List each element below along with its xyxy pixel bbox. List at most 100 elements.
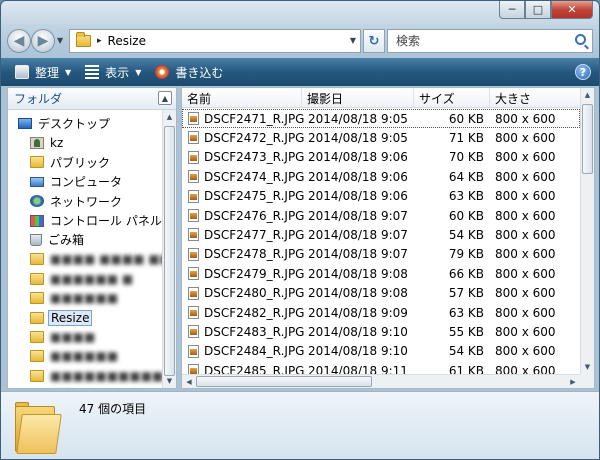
- table-row[interactable]: DSCF2480_R.JPG 2014/08/18 9:08 57 KB 800 x …: [182, 284, 580, 303]
- folder-tree-item[interactable]: ごみ箱: [8, 230, 162, 249]
- file-name-cell: DSCF2483_R.JPG: [182, 322, 304, 341]
- scroll-up-icon[interactable]: ▲: [581, 88, 594, 102]
- folder-icon: [30, 350, 44, 363]
- folder-tree-item[interactable]: ■■■■■■: [8, 347, 162, 366]
- jpeg-file-icon: [188, 131, 199, 145]
- file-dimensions: 800 x 600: [495, 169, 556, 184]
- file-name-cell: DSCF2479_R.JPG: [182, 264, 304, 283]
- file-name-cell: DSCF2471_R.JPG: [182, 109, 305, 128]
- folder-tree-item-label: ■■■■ ■■■■ ■■■■: [50, 252, 162, 267]
- folder-tree-item[interactable]: ■■■■: [8, 327, 162, 346]
- back-button[interactable]: ◀: [7, 29, 31, 53]
- folder-tree-item[interactable]: コンピュータ: [8, 172, 162, 191]
- table-row[interactable]: DSCF2476_R.JPG 2014/08/18 9:07 60 KB 800 x …: [182, 206, 580, 225]
- refresh-button[interactable]: ↻: [363, 29, 385, 53]
- scroll-down-icon[interactable]: ▼: [163, 374, 176, 388]
- folder-tree-item[interactable]: コントロール パネル: [8, 211, 162, 230]
- breadcrumb-resize[interactable]: Resize: [108, 34, 146, 48]
- explorer-window: ─ □ ✕ ◀ ▶ ▼ ▸ Resize ▼ ↻ 整理 ▼ 表示 ▼: [0, 0, 600, 460]
- details-pane: 47 個の項目: [1, 391, 599, 459]
- network-icon: [30, 195, 44, 208]
- folder-tree-item-label: デスクトップ: [38, 117, 111, 131]
- folder-tree-item[interactable]: ■■■■■■: [8, 289, 162, 308]
- scrollbar-thumb[interactable]: [164, 126, 175, 376]
- file-dimensions: 800 x 600: [495, 286, 556, 301]
- folder-pane-header[interactable]: フォルダ ▲: [8, 88, 176, 110]
- address-bar[interactable]: ▸ Resize ▼: [69, 29, 361, 53]
- file-date: 2014/08/18 9:07: [308, 247, 408, 262]
- file-dimensions: 800 x 600: [495, 305, 556, 320]
- folder-icon: [30, 311, 44, 324]
- file-size: 54 KB: [448, 227, 484, 242]
- file-date: 2014/08/18 9:08: [308, 286, 408, 301]
- scroll-down-icon[interactable]: ▼: [581, 360, 594, 374]
- recent-pages-dropdown-icon[interactable]: ▼: [57, 36, 63, 45]
- collapse-pane-icon[interactable]: ▲: [158, 91, 172, 105]
- scroll-right-icon[interactable]: ▶: [566, 375, 580, 389]
- table-row[interactable]: DSCF2485_R.JPG 2014/08/18 9:11 61 KB 800 x …: [182, 361, 580, 374]
- table-row[interactable]: DSCF2475_R.JPG 2014/08/18 9:06 63 KB 800 x …: [182, 187, 580, 206]
- table-row[interactable]: DSCF2477_R.JPG 2014/08/18 9:07 54 KB 800 x …: [182, 225, 580, 244]
- search-input[interactable]: [394, 33, 554, 49]
- table-row[interactable]: DSCF2483_R.JPG 2014/08/18 9:10 55 KB 800 x …: [182, 322, 580, 341]
- folder-pane-scrollbar[interactable]: ▲ ▼: [162, 110, 176, 388]
- folder-tree-item[interactable]: ■■■■■■■■■■■■■■■: [8, 366, 162, 385]
- jpeg-file-icon: [188, 344, 199, 358]
- file-list-horizontal-scrollbar[interactable]: ◀ ▶: [182, 374, 580, 388]
- column-header-dimensions[interactable]: 大きさ: [490, 88, 582, 108]
- search-box[interactable]: [387, 29, 593, 53]
- table-row[interactable]: DSCF2471_R.JPG 2014/08/18 9:05 60 KB 800 x …: [182, 109, 580, 129]
- file-name: DSCF2473_R.JPG: [204, 150, 305, 165]
- scrollbar-thumb[interactable]: [196, 376, 372, 387]
- folder-tree-item[interactable]: ■■■■■■ ■: [8, 269, 162, 288]
- table-row[interactable]: DSCF2482_R.JPG 2014/08/18 9:09 63 KB 800 x …: [182, 303, 580, 322]
- file-name-cell: DSCF2475_R.JPG: [182, 187, 304, 206]
- file-size: 64 KB: [448, 169, 484, 184]
- file-size: 60 KB: [448, 111, 484, 126]
- file-size: 60 KB: [448, 208, 484, 223]
- view-button[interactable]: 表示 ▼: [85, 64, 141, 81]
- breadcrumb-separator-icon[interactable]: ▸: [97, 36, 102, 46]
- file-size: 63 KB: [448, 189, 484, 204]
- folder-tree-item[interactable]: デスクトップ: [8, 114, 162, 133]
- jpeg-file-icon: [188, 267, 199, 281]
- folder-tree-item[interactable]: パブリック: [8, 153, 162, 172]
- folder-tree-item[interactable]: ■■: [8, 386, 162, 388]
- folder-tree-item[interactable]: ネットワーク: [8, 192, 162, 211]
- file-name-cell: DSCF2477_R.JPG: [182, 225, 304, 244]
- close-button[interactable]: ✕: [551, 1, 593, 19]
- file-size: 54 KB: [448, 344, 484, 359]
- forward-button[interactable]: ▶: [31, 29, 55, 53]
- table-row[interactable]: DSCF2472_R.JPG 2014/08/18 9:05 71 KB 800 x …: [182, 128, 580, 147]
- file-name: DSCF2476_R.JPG: [204, 208, 305, 223]
- burn-button[interactable]: 書き込む: [155, 64, 223, 81]
- folder-tree-item[interactable]: kz: [8, 133, 162, 152]
- file-name: DSCF2471_R.JPG: [204, 111, 305, 126]
- large-folder-icon: [15, 400, 62, 454]
- table-row[interactable]: DSCF2474_R.JPG 2014/08/18 9:06 64 KB 800 x …: [182, 167, 580, 186]
- scroll-left-icon[interactable]: ◀: [182, 375, 196, 389]
- column-header-size[interactable]: サイズ: [414, 88, 490, 108]
- address-dropdown-icon[interactable]: ▼: [350, 36, 356, 45]
- help-button[interactable]: ?: [575, 64, 591, 80]
- folder-tree-item[interactable]: ■■■■ ■■■■ ■■■■: [8, 250, 162, 269]
- back-arrow-icon: ◀: [13, 33, 25, 49]
- scrollbar-thumb[interactable]: [582, 104, 593, 174]
- table-row[interactable]: DSCF2473_R.JPG 2014/08/18 9:06 70 KB 800 x …: [182, 148, 580, 167]
- file-list-vertical-scrollbar[interactable]: ▲ ▼: [580, 88, 594, 374]
- column-header-date[interactable]: 撮影日: [302, 88, 414, 108]
- file-dimensions: 800 x 600: [495, 247, 556, 262]
- organize-button[interactable]: 整理 ▼: [15, 64, 71, 81]
- folder-tree-item[interactable]: Resize: [8, 308, 162, 327]
- scroll-up-icon[interactable]: ▲: [163, 110, 176, 124]
- jpeg-file-icon: [188, 209, 199, 222]
- search-icon[interactable]: [575, 34, 586, 45]
- minimize-button[interactable]: ─: [499, 1, 525, 19]
- maximize-button[interactable]: □: [525, 1, 551, 19]
- table-row[interactable]: DSCF2484_R.JPG 2014/08/18 9:10 54 KB 800 x …: [182, 342, 580, 361]
- file-dimensions: 800 x 600: [495, 189, 556, 204]
- jpeg-file-icon: [188, 325, 199, 339]
- column-header-name[interactable]: 名前: [182, 88, 302, 108]
- table-row[interactable]: DSCF2478_R.JPG 2014/08/18 9:07 79 KB 800 x …: [182, 245, 580, 264]
- table-row[interactable]: DSCF2479_R.JPG 2014/08/18 9:08 66 KB 800 x …: [182, 264, 580, 283]
